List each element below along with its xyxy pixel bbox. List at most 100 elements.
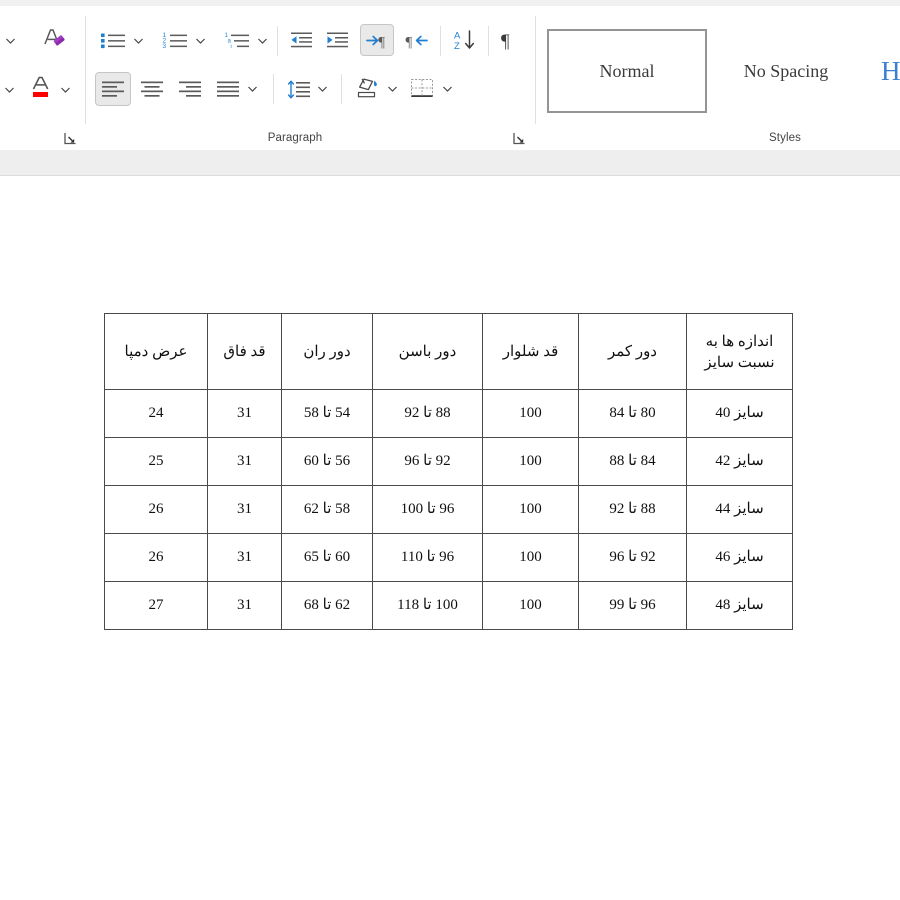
table-cell-length: 100: [482, 581, 579, 630]
table-row: سایز 40 80 تا 84 100 88 تا 92 54 تا 58 3…: [104, 389, 793, 438]
font-dialog-launcher[interactable]: [64, 132, 77, 145]
table-row: سایز 46 92 تا 96 100 96 تا 110 60 تا 65 …: [104, 533, 793, 582]
svg-text:¶: ¶: [501, 31, 510, 51]
line-spacing-button[interactable]: [284, 74, 314, 104]
clear-formatting-icon: [42, 27, 66, 49]
borders-button[interactable]: [406, 72, 438, 104]
separator-lists-indent: [277, 26, 278, 56]
table-cell-hip: 96 تا 100: [372, 485, 483, 534]
table-header-cell: دور ران: [281, 313, 373, 390]
bullets-caret-icon[interactable]: [132, 32, 145, 50]
decrease-indent-button[interactable]: [286, 26, 316, 54]
svg-text:¶: ¶: [378, 34, 385, 50]
clear-formatting-button[interactable]: [38, 24, 70, 52]
multilevel-list-icon: 1 a i: [224, 31, 250, 50]
show-formatting-marks-button[interactable]: ¶: [494, 24, 522, 56]
align-center-button[interactable]: [136, 74, 168, 104]
size-chart-table[interactable]: اندازه ها به نسبت سایز دور کمر قد شلوار …: [104, 313, 793, 630]
multilevel-list-button[interactable]: 1 a i: [220, 26, 254, 54]
table-cell-waist: 84 تا 88: [578, 437, 687, 486]
rtl-text-direction-button[interactable]: ¶: [360, 24, 394, 56]
table-cell-thigh: 62 تا 68: [281, 581, 373, 630]
numbering-caret-icon[interactable]: [194, 32, 207, 50]
group-separator-paragraph-styles: [535, 16, 536, 124]
table-cell-waist: 80 تا 84: [578, 389, 687, 438]
ltr-text-direction-button[interactable]: ¶: [402, 26, 432, 54]
justify-caret-icon[interactable]: [246, 80, 259, 98]
shading-button[interactable]: [352, 72, 384, 104]
table-cell-length: 100: [482, 437, 579, 486]
table-cell-hip: 96 تا 110: [372, 533, 483, 582]
text-effects-caret-icon[interactable]: [3, 81, 16, 99]
table-cell-size: سایز 44: [686, 485, 793, 534]
table-cell-rise: 31: [207, 581, 282, 630]
group-label-paragraph: Paragraph: [267, 132, 323, 144]
align-left-button[interactable]: [95, 72, 131, 106]
table-cell-rise: 31: [207, 389, 282, 438]
right-to-left-paragraph-icon: ¶: [365, 31, 390, 50]
sort-az-icon: A Z: [453, 29, 477, 51]
align-center-icon: [140, 80, 164, 99]
line-spacing-caret-icon[interactable]: [316, 80, 329, 98]
borders-caret-icon[interactable]: [441, 80, 454, 98]
table-cell-hip: 88 تا 92: [372, 389, 483, 438]
svg-text:3: 3: [163, 43, 167, 50]
font-color-caret-icon[interactable]: [59, 81, 72, 99]
decrease-indent-icon: [290, 31, 313, 49]
bullet-list-icon: [100, 31, 126, 50]
table-cell-length: 100: [482, 533, 579, 582]
numbered-list-icon: 1 2 3: [162, 31, 188, 50]
increase-indent-button[interactable]: [322, 26, 352, 54]
table-cell-size: سایز 42: [686, 437, 793, 486]
align-right-button[interactable]: [174, 74, 206, 104]
style-no-spacing[interactable]: No Spacing: [710, 29, 862, 113]
justify-button[interactable]: [212, 74, 244, 104]
align-right-icon: [178, 80, 202, 99]
table-cell-thigh: 58 تا 62: [281, 485, 373, 534]
ribbon: 1 2 3 1 a i ¶ ¶ A Z ¶ Paragraph Normal N…: [0, 6, 900, 151]
font-size-caret-icon[interactable]: [4, 32, 17, 50]
style-no-spacing-label: No Spacing: [743, 60, 829, 81]
group-label-styles: Styles: [769, 132, 801, 144]
table-cell-cuff: 24: [104, 389, 208, 438]
sort-button[interactable]: A Z: [449, 24, 481, 56]
font-color-icon: [29, 74, 53, 100]
table-cell-rise: 31: [207, 485, 282, 534]
line-spacing-icon: [287, 80, 311, 99]
table-cell-size: سایز 48: [686, 581, 793, 630]
document-ruler[interactable]: [0, 150, 900, 176]
table-cell-waist: 96 تا 99: [578, 581, 687, 630]
table-cell-length: 100: [482, 485, 579, 534]
multilevel-list-caret-icon[interactable]: [256, 32, 269, 50]
justify-icon: [216, 80, 240, 99]
bullets-button[interactable]: [96, 26, 130, 54]
svg-text:¶: ¶: [405, 34, 412, 50]
table-cell-thigh: 60 تا 65: [281, 533, 373, 582]
shading-caret-icon[interactable]: [386, 80, 399, 98]
table-cell-waist: 92 تا 96: [578, 533, 687, 582]
paragraph-dialog-launcher[interactable]: [513, 132, 526, 145]
table-cell-length: 100: [482, 389, 579, 438]
table-header-cell: قد فاق: [207, 313, 282, 390]
pilcrow-icon: ¶: [499, 29, 517, 51]
table-header-cell: دور کمر: [578, 313, 687, 390]
table-row: سایز 42 84 تا 88 100 92 تا 96 56 تا 60 3…: [104, 437, 793, 486]
table-cell-thigh: 54 تا 58: [281, 389, 373, 438]
table-header-row: اندازه ها به نسبت سایز دور کمر قد شلوار …: [104, 313, 793, 390]
borders-icon: [410, 78, 434, 99]
table-cell-rise: 31: [207, 533, 282, 582]
style-normal-label: Normal: [599, 60, 655, 81]
style-heading-1[interactable]: H: [866, 29, 900, 113]
table-cell-hip: 92 تا 96: [372, 437, 483, 486]
table-cell-cuff: 25: [104, 437, 208, 486]
paint-bucket-icon: [355, 77, 381, 99]
numbering-button[interactable]: 1 2 3: [158, 26, 192, 54]
document-page[interactable]: اندازه ها به نسبت سایز دور کمر قد شلوار …: [0, 176, 900, 900]
table-cell-rise: 31: [207, 437, 282, 486]
table-header-cell: اندازه ها به نسبت سایز: [686, 313, 793, 390]
table-cell-waist: 88 تا 92: [578, 485, 687, 534]
table-cell-cuff: 27: [104, 581, 208, 630]
style-normal[interactable]: Normal: [547, 29, 707, 113]
word-window: 1 2 3 1 a i ¶ ¶ A Z ¶ Paragraph Normal N…: [0, 0, 900, 900]
font-color-button[interactable]: [26, 72, 56, 102]
